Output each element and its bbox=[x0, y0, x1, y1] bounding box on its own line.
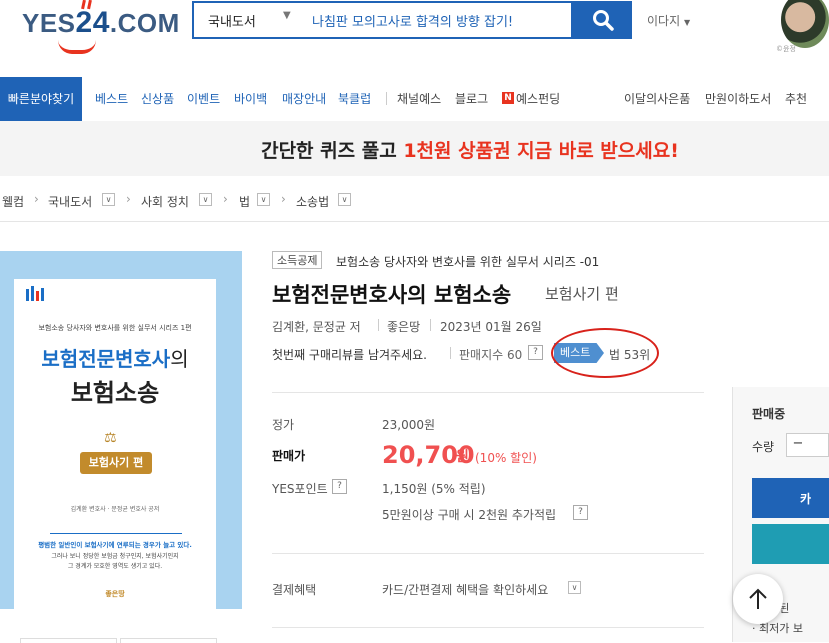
quick-category-button[interactable]: 빠른분야찾기 bbox=[0, 77, 82, 121]
cart-button[interactable] bbox=[752, 478, 829, 518]
divider bbox=[0, 221, 829, 222]
benefit-label: 결제혜택 bbox=[272, 583, 317, 597]
avatar[interactable] bbox=[781, 0, 829, 48]
cover-publisher: 좋은땅 bbox=[105, 590, 125, 598]
breadcrumb-domestic[interactable]: 국내도서 bbox=[48, 193, 92, 210]
breadcrumb-welcome[interactable]: 웰컴 bbox=[2, 193, 24, 210]
benefit-link[interactable]: 카드/간편결제 혜택을 확인하세요 bbox=[382, 581, 548, 598]
arrow-up-icon bbox=[749, 588, 767, 609]
nav-item-recommend[interactable]: 추천 bbox=[785, 90, 807, 107]
nav-item-channel[interactable]: 채널예스 bbox=[397, 90, 441, 107]
nav-item-buyback[interactable]: 바이백 bbox=[234, 90, 267, 107]
divider bbox=[272, 627, 704, 628]
cover-tagline: 평범한 일반인이 보험사기에 연루되는 경우가 늘고 있다. bbox=[38, 541, 192, 549]
nav-item-under10k[interactable]: 만원이하도서 bbox=[705, 90, 771, 107]
caret-down-icon: ▼ bbox=[683, 18, 691, 27]
chevron-down-icon[interactable]: ∨ bbox=[338, 193, 351, 206]
cover-authors: 김계환 변호사 · 문정균 변호사 공저 bbox=[70, 506, 160, 513]
help-icon[interactable]: ? bbox=[332, 479, 347, 494]
user-menu[interactable]: 이다지 ▼ bbox=[647, 12, 690, 29]
scales-icon: ⚖ bbox=[104, 430, 117, 446]
list-price-label: 정가 bbox=[272, 418, 295, 432]
breadcrumb-law[interactable]: 법 bbox=[239, 193, 250, 210]
nav-item-new[interactable]: 신상품 bbox=[141, 90, 174, 107]
publisher-logo-icon bbox=[26, 286, 44, 301]
nav-item-blog[interactable]: 블로그 bbox=[455, 90, 488, 107]
logo-smile-icon bbox=[58, 40, 96, 54]
nav-item-best[interactable]: 베스트 bbox=[95, 90, 128, 107]
search-category-select[interactable]: 국내도서 bbox=[208, 11, 256, 30]
search-input[interactable]: 나침판 모의고사로 합격의 방향 잡기! bbox=[312, 11, 513, 30]
chevron-down-icon[interactable]: ∨ bbox=[199, 193, 212, 206]
nav-item-bookclub[interactable]: 북클럽 bbox=[338, 90, 371, 107]
help-icon[interactable]: ? bbox=[528, 345, 543, 360]
product-title: 보험전문변호사의 보험소송 bbox=[272, 283, 512, 307]
chevron-right-icon: › bbox=[281, 192, 286, 206]
yes24-logo[interactable]: YES24.COM bbox=[22, 0, 180, 54]
nav-divider bbox=[386, 92, 387, 105]
list-price-value: 23,000원 bbox=[382, 418, 436, 432]
search-icon bbox=[593, 10, 614, 31]
meta-divider bbox=[430, 319, 431, 331]
cover-divider bbox=[50, 533, 182, 534]
chevron-down-icon[interactable]: ∨ bbox=[102, 193, 115, 206]
sales-index: 판매지수 60 bbox=[459, 348, 523, 362]
publisher-link[interactable]: 좋은땅 bbox=[387, 318, 420, 335]
cart-button-label: 카 bbox=[800, 492, 812, 506]
caret-down-icon: ▼ bbox=[283, 10, 291, 21]
meta-divider bbox=[450, 347, 451, 359]
search-button[interactable] bbox=[573, 1, 632, 39]
discount-rate: (10% 할인) bbox=[475, 451, 537, 465]
publish-date: 2023년 01월 26일 bbox=[440, 320, 542, 334]
breadcrumb-society[interactable]: 사회 정치 bbox=[141, 193, 189, 210]
series-link[interactable]: 보험소송 당사자와 변호사를 위한 실무서 시리즈 -01 bbox=[336, 253, 599, 270]
cover-series: 보험소송 당사자와 변호사를 위한 실무서 시리즈 1편 bbox=[38, 324, 192, 332]
preview-button[interactable] bbox=[120, 638, 217, 643]
point-value: 1,150원 (5% 적립) bbox=[382, 482, 486, 496]
chevron-right-icon: › bbox=[223, 192, 228, 206]
chevron-down-icon[interactable]: ∨ bbox=[257, 193, 270, 206]
meta-divider bbox=[378, 319, 379, 331]
minus-button[interactable]: − bbox=[786, 433, 810, 457]
quantity-label: 수량 bbox=[752, 440, 775, 454]
highlight-circle bbox=[551, 328, 659, 378]
help-icon[interactable]: ? bbox=[573, 505, 588, 520]
nav-item-gift[interactable]: 이달의사은품 bbox=[624, 90, 690, 107]
cover-title-line2: 보험소송 bbox=[70, 379, 160, 407]
nav-item-event[interactable]: 이벤트 bbox=[187, 90, 220, 107]
funding-badge-icon: N bbox=[502, 92, 514, 104]
tax-deduction-tag: 소득공제 bbox=[272, 251, 323, 269]
divider bbox=[272, 553, 704, 554]
cover-tagline: 그 경계가 모호한 영역도 생기고 있다. bbox=[67, 563, 163, 570]
nav-item-store[interactable]: 매장안내 bbox=[282, 90, 326, 107]
point-label: YES포인트 bbox=[272, 482, 328, 496]
nav-item-funding[interactable]: 예스펀딩 bbox=[516, 90, 560, 107]
promo-banner-text: 간단한 퀴즈 풀고 1천원 상품권 지금 바로 받으세요! bbox=[261, 140, 679, 162]
avatar-caption: ©윤정 bbox=[776, 45, 796, 53]
scroll-top-button[interactable] bbox=[733, 574, 783, 624]
authors-link[interactable]: 김계환, 문정균 저 bbox=[272, 318, 361, 335]
cover-tagline: 그러나 보니 정당한 보험금 청구인지, 보험사기인지 bbox=[51, 553, 179, 560]
chevron-right-icon: › bbox=[34, 192, 39, 206]
sale-status: 판매중 bbox=[752, 407, 786, 421]
chevron-down-icon[interactable]: ∨ bbox=[568, 581, 581, 594]
extra-point: 5만원이상 구매 시 2천원 추가적립 bbox=[382, 508, 557, 522]
preview-button[interactable] bbox=[20, 638, 117, 643]
chevron-right-icon: › bbox=[126, 192, 131, 206]
breadcrumb-procedure[interactable]: 소송법 bbox=[296, 193, 329, 210]
buy-button[interactable] bbox=[752, 524, 829, 564]
sale-price-unit: 원 bbox=[456, 449, 469, 465]
sale-price-label: 판매가 bbox=[272, 449, 306, 463]
cover-edition-badge: 보험사기 편 bbox=[80, 452, 152, 474]
divider bbox=[272, 392, 704, 393]
review-link[interactable]: 첫번째 구매리뷰를 남겨주세요. bbox=[272, 346, 427, 363]
product-subtitle: 보험사기 편 bbox=[545, 285, 619, 303]
cover-title-line1: 보험전문변호사의 bbox=[41, 347, 189, 371]
